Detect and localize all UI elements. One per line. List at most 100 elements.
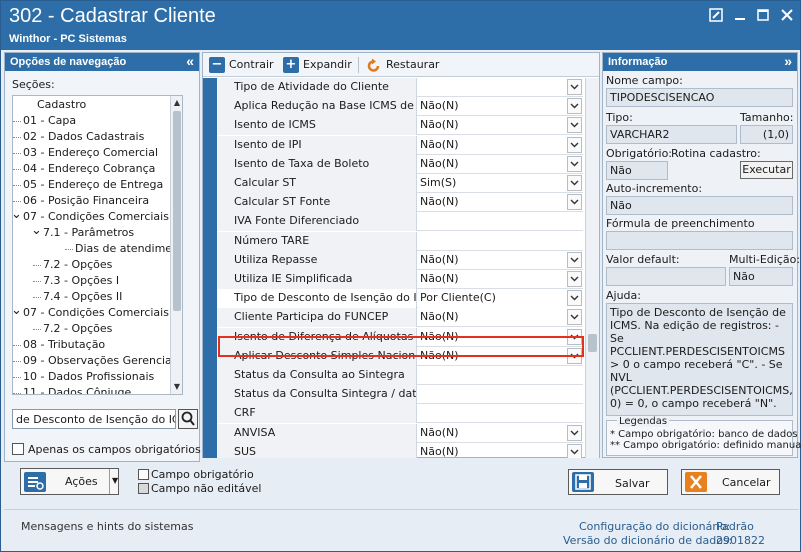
chevron-down-icon[interactable] (567, 137, 582, 153)
actions-button[interactable]: Ações ▼ (20, 468, 119, 495)
grid-row[interactable]: Utiliza IE Simplificada Não(N) (217, 270, 583, 289)
grid-row-value[interactable]: Não(N) (418, 251, 583, 270)
grid-row[interactable]: CRF (217, 404, 583, 423)
tree-item[interactable]: 03 - Endereço Comercial (13, 145, 170, 161)
chevron-down-icon[interactable] (567, 175, 582, 191)
grid-row-value[interactable]: Não(N) (418, 136, 583, 155)
tree-item[interactable]: 11 - Dados Cônjuge (13, 385, 170, 394)
grid-row[interactable]: Status da Consulta ao Sintegra (217, 366, 583, 385)
grid-row-value[interactable]: Por Cliente(C) (418, 289, 583, 308)
tree-expand-chevron-icon[interactable]: ⌄ (13, 208, 22, 221)
chevron-down-icon[interactable] (567, 252, 582, 268)
tree-connector (13, 345, 21, 346)
tree-item[interactable]: 7.2 - Opções (13, 257, 170, 273)
grid-row-value[interactable] (418, 366, 583, 385)
tree-item[interactable]: 01 - Capa (13, 113, 170, 129)
grid-row[interactable]: IVA Fonte Diferenciado (217, 212, 583, 231)
grid-row[interactable]: Isento de Taxa de Boleto Não(N) (217, 155, 583, 174)
restore-button[interactable]: Restaurar (366, 57, 439, 73)
expand-panel-icon[interactable]: » (784, 53, 792, 69)
chevron-down-icon[interactable] (567, 117, 582, 133)
tree-item[interactable]: 08 - Tributação (13, 337, 170, 353)
grid-row[interactable]: Calcular ST Sim(S) (217, 174, 583, 193)
tree-item[interactable]: Cadastro (13, 97, 170, 113)
collapse-button[interactable]: − Contrair (209, 57, 274, 73)
grid-row-value[interactable] (418, 78, 583, 97)
auto-increment-label: Auto-incremento: (606, 182, 703, 195)
tree-item[interactable]: ⌄ 07 - Condições Comerciais (13, 304, 170, 321)
chevron-down-icon[interactable] (567, 425, 582, 441)
chevron-down-icon[interactable] (567, 98, 582, 114)
chevron-down-icon[interactable] (567, 444, 582, 458)
section-search-input[interactable]: de Desconto de Isenção do ICMS (12, 409, 176, 429)
grid-row-value[interactable]: Não(N) (418, 443, 583, 458)
grid-row-value[interactable]: Não(N) (418, 116, 583, 135)
collapse-panel-icon[interactable]: « (186, 53, 194, 69)
chevron-down-icon[interactable] (567, 156, 582, 172)
grid-row-value[interactable]: Não(N) (418, 270, 583, 289)
chevron-down-icon[interactable] (567, 194, 582, 210)
grid-row[interactable]: Tipo de Atividade do Cliente (217, 78, 583, 97)
tree-item[interactable]: Dias de atendimento (13, 241, 182, 257)
tree-item[interactable]: 7.4 - Opções II (13, 289, 170, 305)
close-icon[interactable] (779, 8, 795, 24)
cancel-button[interactable]: Cancelar (681, 469, 780, 495)
grid-row[interactable]: Calcular ST Fonte Não(N) (217, 193, 583, 212)
grid-row-value[interactable] (418, 212, 583, 231)
only-required-checkbox[interactable] (12, 443, 24, 455)
tree-scrollbar[interactable]: ▲ ▼ (170, 96, 182, 394)
scroll-up-arrow-icon[interactable]: ▲ (171, 96, 182, 110)
grid-row[interactable]: Status da Consulta Sintegra / data Co (217, 385, 583, 404)
grid-row-value[interactable] (418, 232, 583, 251)
chevron-down-icon[interactable] (567, 290, 582, 306)
tree-expand-chevron-icon[interactable]: ⌄ (31, 224, 42, 237)
grid-row-value[interactable]: Não(N) (418, 193, 583, 212)
maximize-icon[interactable] (755, 8, 771, 24)
grid-row[interactable]: Utiliza Repasse Não(N) (217, 251, 583, 270)
grid-row[interactable]: Cliente Participa do FUNCEP Não(N) (217, 308, 583, 327)
chevron-down-icon[interactable] (567, 79, 582, 95)
window-subtitle: Winthor - PC Sistemas (9, 33, 127, 45)
tree-item[interactable]: 10 - Dados Profissionais (13, 369, 170, 385)
grid-row[interactable]: Isento de ICMS Não(N) (217, 116, 583, 135)
grid-row-value[interactable]: Não(N) (418, 424, 583, 443)
grid-row-label: Isento de IPI (217, 136, 417, 155)
save-button[interactable]: Salvar (568, 469, 668, 495)
tree-item[interactable]: 7.2 - Opções (13, 321, 170, 337)
grid-row[interactable]: Aplica Redução na Base ICMS de TranNão(N… (217, 97, 583, 116)
grid-scrollbar[interactable] (585, 78, 599, 458)
grid-row-value[interactable]: Não(N) (418, 155, 583, 174)
tree-item[interactable]: ⌄ 7.1 - Parâmetros (13, 224, 170, 241)
grid-row[interactable]: Tipo de Desconto de Isenção do ICMSPor C… (217, 289, 583, 308)
multi-edit-label: Multi-Edição: (729, 253, 801, 266)
chevron-down-icon[interactable] (567, 309, 582, 325)
tree-item[interactable]: 09 - Observações Gerenciais (13, 353, 181, 369)
grid-row-value[interactable]: Não(N) (418, 308, 583, 327)
chevron-down-icon[interactable] (567, 271, 582, 287)
grid-row-value[interactable] (418, 385, 583, 404)
grid-row[interactable]: ANVISA Não(N) (217, 424, 583, 443)
grid-row-value[interactable]: Sim(S) (418, 174, 583, 193)
tree-expand-chevron-icon[interactable]: ⌄ (13, 304, 22, 317)
tree-item[interactable]: 02 - Dados Cadastrais (13, 129, 170, 145)
scroll-down-arrow-icon[interactable]: ▼ (171, 380, 182, 394)
grid-row[interactable]: Número TARE (217, 232, 583, 251)
grid-row[interactable]: Isento de IPI Não(N) (217, 136, 583, 155)
grid-scroll-thumb[interactable] (588, 334, 597, 352)
grid-row-value[interactable]: Não(N) (418, 97, 583, 116)
grid-row-value[interactable] (418, 404, 583, 423)
sections-tree[interactable]: Cadastro 01 - Capa 02 - Dados Cadastrais 03… (12, 95, 183, 395)
execute-button[interactable]: Executar (740, 161, 793, 179)
expand-button[interactable]: + Expandir (283, 57, 352, 73)
dropdown-arrow-icon[interactable]: ▼ (112, 476, 118, 485)
edit-icon[interactable] (708, 8, 724, 24)
tree-item[interactable]: 06 - Posição Financeira (13, 193, 170, 209)
tree-connector (13, 361, 21, 362)
search-button[interactable] (178, 409, 198, 429)
grid-row[interactable]: SUS Não(N) (217, 443, 583, 458)
tree-item[interactable]: 05 - Endereço de Entrega (13, 177, 170, 193)
tree-item[interactable]: 7.3 - Opções I (13, 273, 170, 289)
minimize-icon[interactable] (732, 8, 748, 24)
tree-item[interactable]: 04 - Endereço Cobrança (13, 161, 170, 177)
tree-scroll-thumb[interactable] (173, 111, 181, 311)
